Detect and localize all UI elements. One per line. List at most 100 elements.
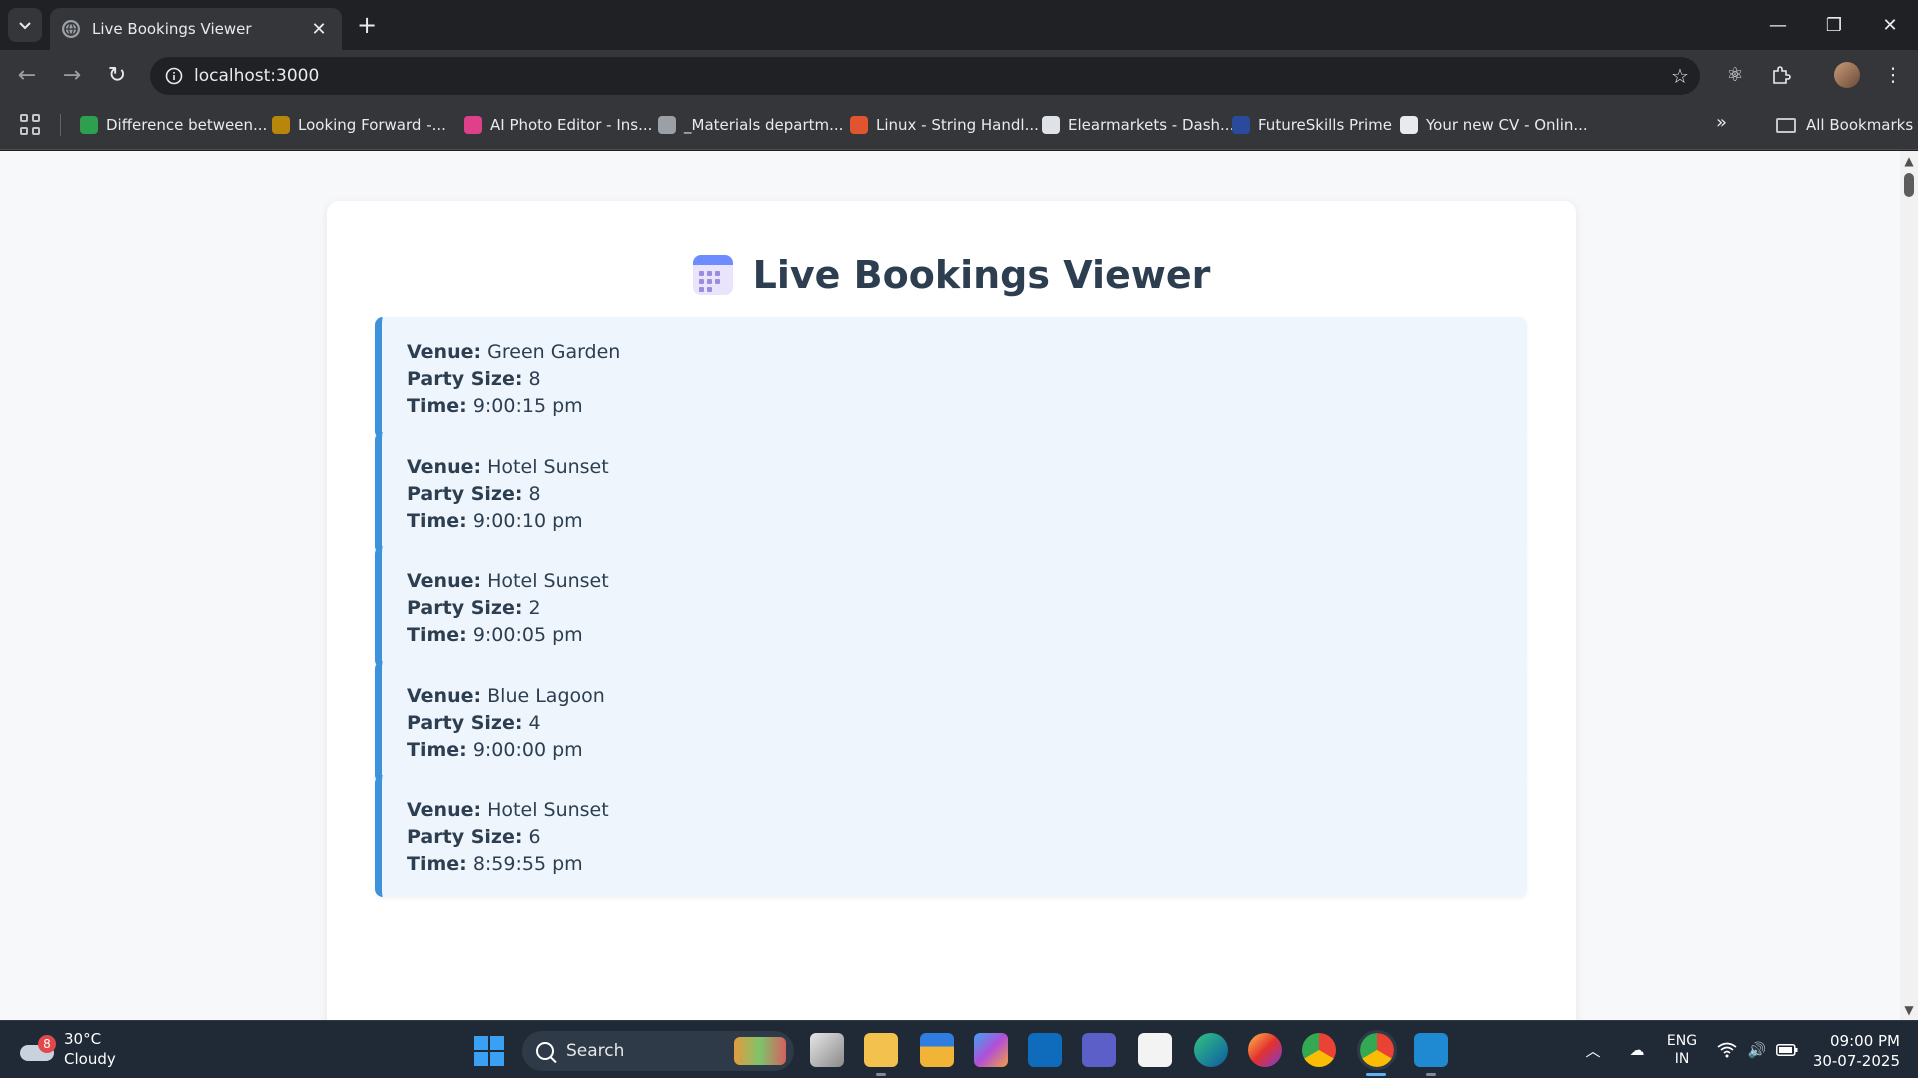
bookmark-favicon-icon xyxy=(850,116,868,134)
booking-venue-value: Green Garden xyxy=(487,341,621,363)
bookmark-label: Difference between... xyxy=(106,116,268,134)
back-arrow-icon[interactable]: ← xyxy=(10,58,44,92)
clock-time: 09:00 PM xyxy=(1830,1032,1900,1050)
scroll-thumb[interactable] xyxy=(1904,173,1914,197)
language-secondary: IN xyxy=(1674,1051,1690,1067)
booking-venue-label: Venue: xyxy=(407,341,482,363)
file-explorer-icon[interactable] xyxy=(864,1033,898,1067)
reload-icon[interactable]: ↻ xyxy=(100,58,134,92)
booking-card: Venue: Green Garden Party Size: 8 Time: 9:… xyxy=(375,317,1527,439)
search-label: Search xyxy=(566,1041,625,1061)
copilot-icon[interactable] xyxy=(974,1033,1008,1067)
active-tab[interactable]: Live Bookings Viewer ✕ xyxy=(50,8,342,50)
bookmark-item[interactable]: Difference between... xyxy=(80,112,267,138)
booking-party-size-label: Party Size: xyxy=(407,597,523,619)
chrome-profile-icon[interactable] xyxy=(1357,1030,1397,1070)
profile-avatar[interactable] xyxy=(1830,58,1864,92)
new-tab-button[interactable]: + xyxy=(352,10,382,40)
bookmark-item[interactable]: AI Photo Editor - Ins... xyxy=(464,112,652,138)
bookmark-label: AI Photo Editor - Ins... xyxy=(490,116,653,134)
bookmark-label: Your new CV - Onlin... xyxy=(1426,116,1588,134)
booking-party-size-value: 8 xyxy=(528,368,541,390)
booking-time-value: 8:59:55 pm xyxy=(472,853,583,875)
show-hidden-icons-chevron-icon[interactable]: ︿ xyxy=(1580,1021,1606,1078)
booking-venue-value: Hotel Sunset xyxy=(487,455,609,478)
booking-venue-value: Blue Lagoon xyxy=(487,684,605,707)
search-highlight-image xyxy=(734,1037,786,1065)
taskbar-search[interactable]: Search xyxy=(522,1031,794,1071)
bookmark-item[interactable]: _Materials departm... xyxy=(658,112,843,138)
all-bookmarks-button[interactable]: All Bookmarks xyxy=(1776,112,1913,138)
bookmark-label: _Materials departm... xyxy=(684,116,844,134)
language-primary: ENG xyxy=(1666,1033,1698,1049)
cloud-weather-icon: 8 xyxy=(20,1035,56,1061)
menu-kebab-icon[interactable]: ⋮ xyxy=(1876,58,1910,92)
task-view-icon[interactable] xyxy=(810,1033,844,1067)
bookmark-item[interactable]: Linux - String Handl... xyxy=(850,112,1039,138)
minimize-button[interactable]: — xyxy=(1750,0,1806,50)
url-text[interactable]: localhost:3000 xyxy=(194,66,1660,86)
bookmark-label: FutureSkills Prime xyxy=(1258,116,1393,134)
booking-card: Venue: Hotel Sunset Party Size: 8 Time: 9:… xyxy=(375,431,1527,554)
firefox-icon[interactable] xyxy=(1248,1033,1282,1067)
system-clock[interactable]: 09:00 PM 30-07-2025 xyxy=(1808,1031,1900,1071)
more-bookmarks-chevron-icon[interactable]: » xyxy=(1716,112,1727,133)
chrome-icon[interactable] xyxy=(1302,1033,1336,1067)
booking-venue-label: Venue: xyxy=(407,799,482,821)
teams-icon[interactable] xyxy=(1082,1033,1116,1067)
scroll-down-arrow-icon[interactable]: ▼ xyxy=(1903,1004,1915,1016)
booking-party-size-value: 8 xyxy=(528,482,541,505)
bookmark-item[interactable]: Your new CV - Onlin... xyxy=(1400,112,1588,138)
close-window-button[interactable]: ✕ xyxy=(1862,0,1918,50)
booking-card: Venue: Hotel Sunset Party Size: 6 Time: 8:… xyxy=(375,775,1527,897)
booking-time: Time: 9:00:15 pm xyxy=(407,393,1527,420)
bookmarks-divider xyxy=(60,114,61,136)
running-indicator xyxy=(876,1073,886,1076)
bookmark-star-icon[interactable]: ☆ xyxy=(1660,64,1700,88)
windows-start-icon[interactable] xyxy=(474,1036,504,1066)
bookmark-item[interactable]: Elearmarkets - Dash... xyxy=(1042,112,1234,138)
tab-search-button[interactable] xyxy=(8,8,42,42)
volume-icon[interactable]: 🔊 xyxy=(1744,1021,1770,1078)
address-bar[interactable]: localhost:3000 ☆ xyxy=(150,57,1700,95)
booking-venue: Venue: Hotel Sunset xyxy=(407,797,1527,824)
bookmark-item[interactable]: FutureSkills Prime xyxy=(1232,112,1392,138)
extension-atom-icon[interactable]: ⚛ xyxy=(1718,58,1752,92)
site-info-icon[interactable] xyxy=(154,67,194,85)
booking-party-size: Party Size: 2 xyxy=(407,595,1527,622)
onedrive-cloud-icon[interactable]: ☁ xyxy=(1620,1021,1654,1078)
tab-title: Live Bookings Viewer xyxy=(92,20,252,38)
bookmark-item[interactable]: Looking Forward -... xyxy=(272,112,446,138)
tab-close-icon[interactable]: ✕ xyxy=(308,19,330,40)
weather-widget[interactable]: 8 30°C Cloudy xyxy=(20,1029,116,1069)
scroll-up-arrow-icon[interactable]: ▲ xyxy=(1903,155,1915,167)
globe-icon xyxy=(62,20,80,38)
clock-date: 30-07-2025 xyxy=(1812,1052,1900,1070)
weather-description: Cloudy xyxy=(64,1050,116,1068)
booking-time-value: 9:00:10 pm xyxy=(472,509,583,532)
bookmarks-bar: Difference between... Looking Forward -..… xyxy=(0,100,1918,150)
all-bookmarks-label: All Bookmarks xyxy=(1806,116,1914,134)
apps-grid-icon[interactable] xyxy=(20,114,42,136)
language-indicator[interactable]: ENG IN xyxy=(1662,1021,1702,1078)
extensions-puzzle-icon[interactable] xyxy=(1764,58,1798,92)
booking-time-label: Time: xyxy=(407,624,467,646)
booking-party-size-value: 4 xyxy=(528,711,541,734)
booking-time-value: 9:00:00 pm xyxy=(472,738,583,761)
badge-app-icon[interactable] xyxy=(920,1033,954,1067)
forward-arrow-icon[interactable]: → xyxy=(55,58,89,92)
booking-party-size: Party Size: 8 xyxy=(407,481,1527,508)
outlook-icon[interactable] xyxy=(1028,1033,1062,1067)
edge-icon[interactable] xyxy=(1194,1033,1228,1067)
vscode-icon[interactable] xyxy=(1414,1033,1448,1067)
booking-party-size: Party Size: 6 xyxy=(407,824,1527,851)
microsoft-store-icon[interactable] xyxy=(1138,1033,1172,1067)
wifi-icon[interactable] xyxy=(1714,1021,1740,1078)
browser-toolbar: ← → ↻ localhost:3000 ☆ ⚛ ⋮ xyxy=(0,50,1918,100)
page-scrollbar[interactable]: ▲ ▼ xyxy=(1900,151,1918,1020)
booking-card: Venue: Hotel Sunset Party Size: 2 Time: 9:… xyxy=(375,546,1527,668)
battery-icon[interactable] xyxy=(1774,1021,1800,1078)
bookmark-favicon-icon xyxy=(464,116,482,134)
restore-button[interactable]: ❐ xyxy=(1806,0,1862,50)
bookings-card: Live Bookings Viewer Venue: Green Garden… xyxy=(327,201,1576,1020)
